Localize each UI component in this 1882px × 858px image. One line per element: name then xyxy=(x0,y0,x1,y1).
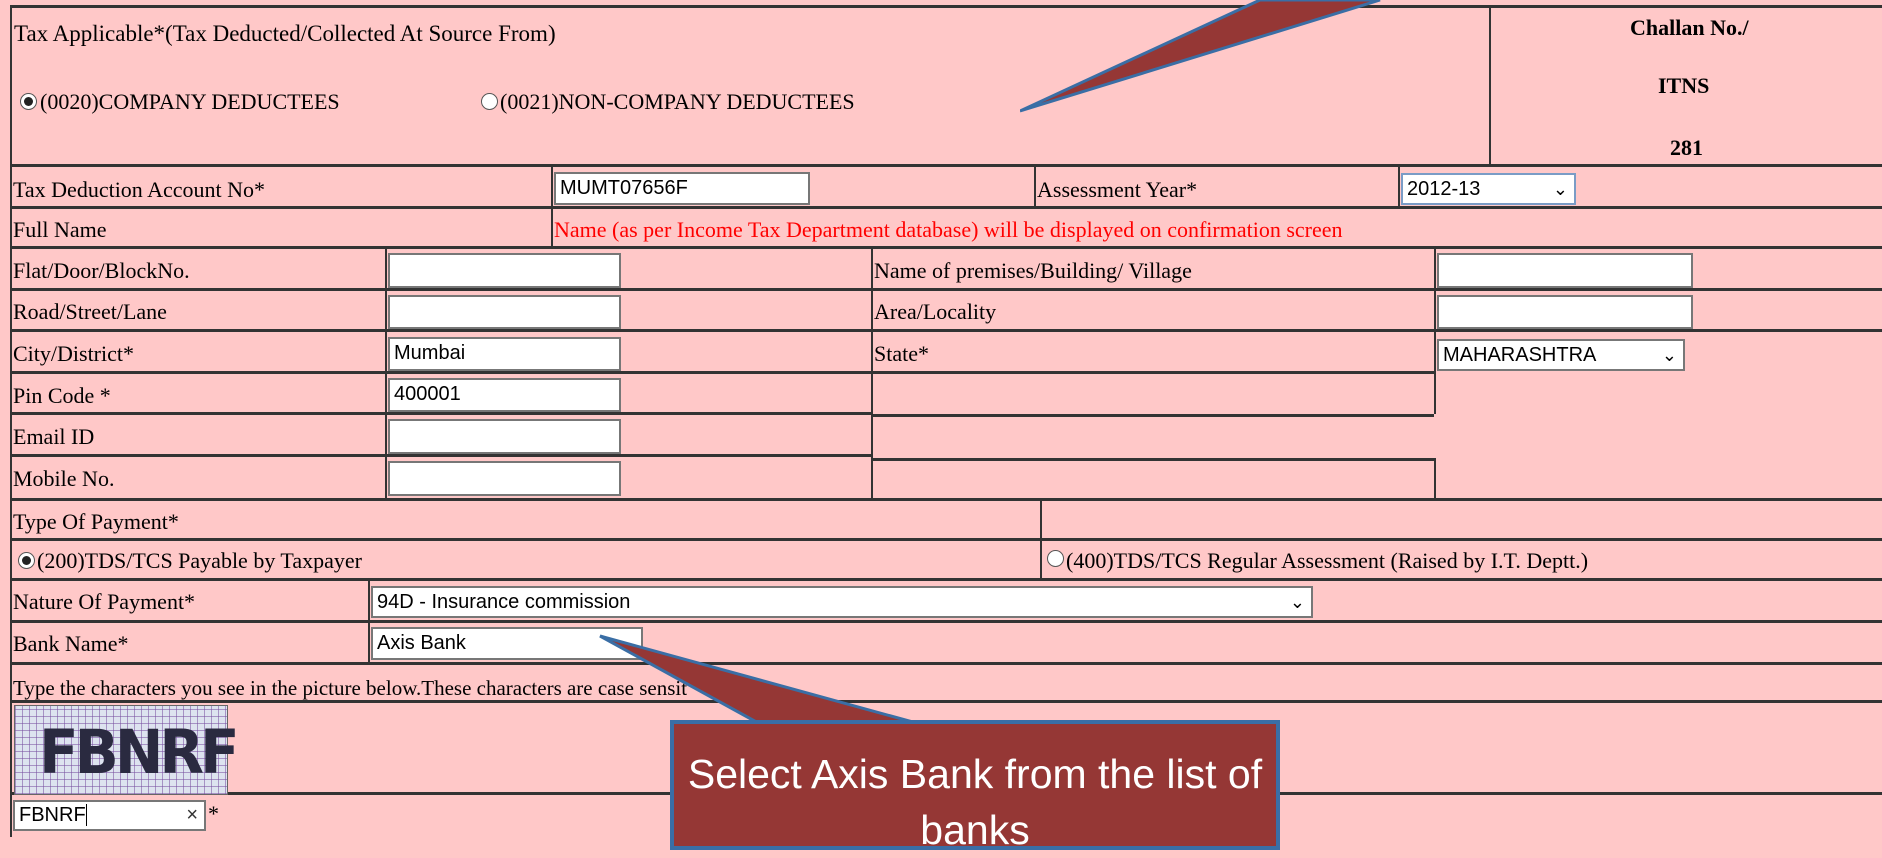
grid-line xyxy=(10,620,1882,623)
tan-label: Tax Deduction Account No* xyxy=(13,177,266,202)
area-label: Area/Locality xyxy=(874,299,997,324)
captcha-image: FBNRF xyxy=(14,705,240,795)
grid-line xyxy=(10,164,1882,167)
chevron-down-icon: ⌄ xyxy=(1661,345,1677,365)
state-value: MAHARASHTRA xyxy=(1443,344,1597,366)
captcha-value: FBNRF xyxy=(19,804,86,826)
captcha-image-text: FBNRF xyxy=(39,716,240,788)
type-payment-label: Type Of Payment* xyxy=(13,509,179,534)
clear-icon[interactable]: × xyxy=(186,802,198,828)
nature-select[interactable]: 94D - Insurance commission ⌄ xyxy=(371,586,1313,618)
pin-label: Pin Code * xyxy=(13,383,111,408)
city-label: City/District* xyxy=(13,341,134,366)
road-label: Road/Street/Lane xyxy=(13,299,167,324)
chevron-down-icon: ⌄ xyxy=(1552,179,1568,199)
tan-input[interactable]: MUMT07656F xyxy=(554,172,810,205)
challan-line1: Challan No./ xyxy=(1630,15,1749,40)
state-select[interactable]: MAHARASHTRA ⌄ xyxy=(1437,339,1685,371)
radio-payment-400[interactable] xyxy=(1047,550,1064,567)
text-cursor xyxy=(85,804,87,826)
grid-line xyxy=(10,578,1882,581)
challan-line3: 281 xyxy=(1670,135,1703,160)
tax-applicable-label: Tax Applicable*(Tax Deducted/Collected A… xyxy=(14,21,556,46)
required-mark: * xyxy=(208,801,219,826)
grid-line xyxy=(1398,166,1400,208)
state-label: State* xyxy=(874,341,929,366)
payment-400-label[interactable]: (400)TDS/TCS Regular Assessment (Raised … xyxy=(1066,547,1588,575)
option-noncompany-label[interactable]: (0021)NON-COMPANY DEDUCTEES xyxy=(500,88,855,116)
callout-text: Select Axis Bank from the list of banks xyxy=(687,751,1263,853)
challan-line2: ITNS xyxy=(1658,73,1710,98)
grid-line xyxy=(1034,166,1036,208)
grid-line xyxy=(1434,458,1436,500)
premises-input[interactable] xyxy=(1437,253,1693,288)
captcha-instruction: Type the characters you see in the pictu… xyxy=(13,676,688,700)
assessment-year-label: Assessment Year* xyxy=(1037,177,1198,202)
grid-line xyxy=(385,248,387,498)
grid-line xyxy=(10,5,12,837)
premises-label: Name of premises/Building/ Village xyxy=(874,258,1192,283)
radio-noncompany-deductees[interactable] xyxy=(481,93,498,110)
callout-box: Select Axis Bank from the list of banks xyxy=(670,720,1280,853)
nature-label: Nature Of Payment* xyxy=(13,589,196,614)
captcha-input[interactable]: FBNRF × xyxy=(13,800,206,831)
road-input[interactable] xyxy=(388,295,621,329)
grid-line xyxy=(10,412,872,415)
nature-value: 94D - Insurance commission xyxy=(377,591,631,613)
city-input[interactable]: Mumbai xyxy=(388,337,621,371)
payment-200-label[interactable]: (200)TDS/TCS Payable by Taxpayer xyxy=(37,547,362,575)
grid-line xyxy=(872,414,1434,417)
callout-pointer-bottom xyxy=(599,634,921,726)
assessment-year-value: 2012-13 xyxy=(1407,178,1481,200)
radio-company-deductees[interactable] xyxy=(20,93,37,110)
grid-line xyxy=(10,206,1882,209)
full-name-note: Name (as per Income Tax Department datab… xyxy=(554,217,1343,242)
bank-label: Bank Name* xyxy=(13,631,129,656)
assessment-year-select[interactable]: 2012-13 ⌄ xyxy=(1401,173,1576,205)
email-label: Email ID xyxy=(13,424,95,449)
grid-line xyxy=(551,166,553,248)
grid-line xyxy=(368,580,370,664)
grid-line xyxy=(10,5,1882,8)
flat-label: Flat/Door/BlockNo. xyxy=(13,258,190,283)
grid-line xyxy=(871,248,873,498)
grid-line xyxy=(10,454,872,457)
area-input[interactable] xyxy=(1437,295,1693,329)
grid-line xyxy=(10,329,1882,332)
pin-input[interactable]: 400001 xyxy=(388,378,621,412)
grid-line xyxy=(872,458,1434,461)
radio-payment-200[interactable] xyxy=(18,552,35,569)
grid-line xyxy=(1434,248,1436,414)
option-company-label[interactable]: (0020)COMPANY DEDUCTEES xyxy=(40,88,340,116)
flat-input[interactable] xyxy=(388,253,621,288)
grid-line xyxy=(10,288,1882,291)
grid-line xyxy=(1489,5,1491,166)
grid-line xyxy=(1040,500,1042,580)
grid-line xyxy=(10,538,1882,541)
full-name-label: Full Name xyxy=(13,217,107,242)
bank-value: Axis Bank xyxy=(377,632,466,654)
chevron-down-icon: ⌄ xyxy=(1289,592,1305,612)
mobile-input[interactable] xyxy=(388,461,621,496)
grid-line xyxy=(10,246,1882,249)
email-input[interactable] xyxy=(388,419,621,454)
callout-pointer-top xyxy=(1020,0,1381,113)
mobile-label: Mobile No. xyxy=(13,466,115,491)
grid-line xyxy=(10,371,1434,374)
grid-line xyxy=(10,498,1882,501)
